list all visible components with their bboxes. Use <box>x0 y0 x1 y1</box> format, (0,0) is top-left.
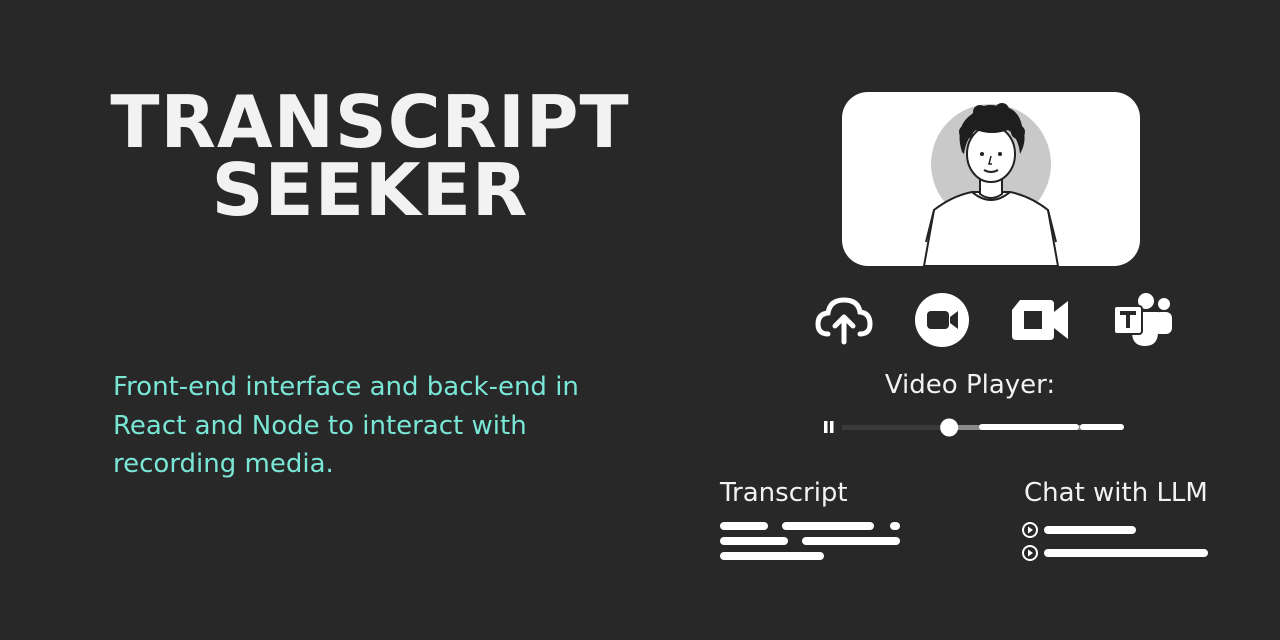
video-player-label: Video Player: <box>884 370 1056 400</box>
transcript-lines <box>720 522 910 562</box>
subtitle: Front-end interface and back-end in Reac… <box>113 372 579 479</box>
pause-icon <box>824 421 828 433</box>
page-title: TRANSCRIPT SEEKER <box>90 80 650 232</box>
progress-fill <box>842 425 950 430</box>
play-icon[interactable] <box>1022 522 1040 562</box>
progress-handle <box>940 418 959 437</box>
chat-lines <box>1022 522 1212 562</box>
video-progress[interactable] <box>820 416 1126 440</box>
transcript-label: Transcript <box>720 478 848 508</box>
progress-buffer <box>1080 424 1124 430</box>
zoom-icon[interactable] <box>912 292 972 348</box>
title-line-1: TRANSCRIPT <box>110 80 630 164</box>
title-line-2: SEEKER <box>211 148 529 232</box>
chat-label: Chat with LLM <box>1024 478 1208 508</box>
platform-icons <box>814 292 1176 348</box>
video-preview <box>842 92 1140 266</box>
person-illustration <box>922 103 1060 266</box>
microsoft-teams-icon[interactable] <box>1112 292 1172 348</box>
cloud-upload-icon[interactable] <box>814 292 874 348</box>
google-meet-icon[interactable] <box>1010 292 1070 348</box>
